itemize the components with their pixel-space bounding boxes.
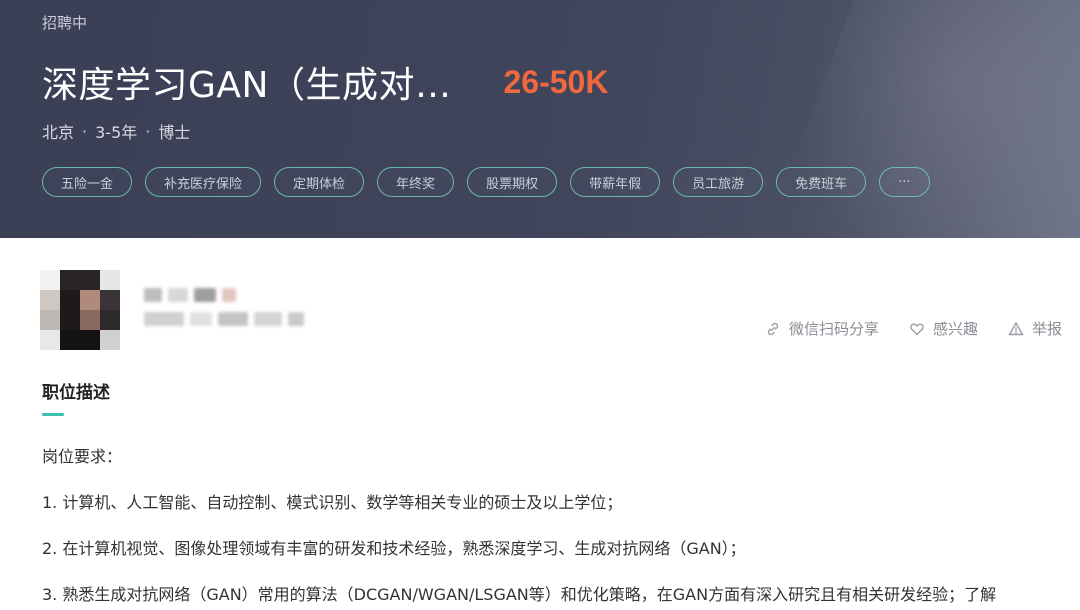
hiring-status: 招聘中 (42, 14, 88, 32)
heart-icon (910, 322, 924, 335)
section-title: 职位描述 (42, 383, 110, 403)
benefit-tag: 补充医疗保险 (145, 167, 262, 197)
meta-separator: · (82, 121, 88, 141)
report-button[interactable]: 举报 (1008, 318, 1062, 339)
job-description: 岗位要求： 1. 计算机、人工智能、自动控制、模式识别、数学等相关专业的硕士及以… (42, 446, 1072, 610)
job-experience: 3-5年 (95, 123, 138, 142)
report-label: 举报 (1031, 320, 1062, 338)
title-row: 深度学习GAN（生成对… 26-50K (42, 56, 608, 108)
job-actions: 微信扫码分享 感兴趣 举报 (765, 318, 1062, 339)
interest-label: 感兴趣 (932, 320, 978, 338)
job-education: 博士 (158, 123, 191, 142)
benefit-tag: 员工旅游 (673, 167, 764, 197)
section-underline (42, 413, 64, 416)
share-button[interactable]: 微信扫码分享 (765, 318, 879, 339)
description-line: 1. 计算机、人工智能、自动控制、模式识别、数学等相关专业的硕士及以上学位； (42, 493, 623, 512)
job-city: 北京 (42, 123, 75, 142)
job-title: 深度学习GAN（生成对… (42, 65, 452, 106)
link-icon (767, 322, 779, 335)
job-meta: 北京 · 3-5年 · 博士 (42, 119, 190, 143)
poster-info-blurred (144, 288, 304, 336)
benefit-tag: 五险一金 (42, 167, 133, 197)
salary: 26-50K (503, 63, 609, 100)
benefit-tag: 带薪年假 (570, 167, 661, 197)
description-line: 2. 在计算机视觉、图像处理领域有丰富的研发和技术经验，熟悉深度学习、生成对抗网… (42, 539, 746, 558)
description-line: 岗位要求： (42, 447, 123, 466)
meta-separator: · (145, 121, 151, 141)
warning-icon (1008, 321, 1024, 335)
benefit-tag: 免费班车 (776, 167, 867, 197)
benefit-tags: 五险一金 补充医疗保险 定期体检 年终奖 股票期权 带薪年假 员工旅游 免费班车… (42, 167, 930, 197)
benefit-tag: 年终奖 (377, 167, 455, 197)
description-line: 3. 熟悉生成对抗网络（GAN）常用的算法（DCGAN/WGAN/LSGAN等）… (42, 585, 997, 604)
avatar[interactable] (40, 270, 120, 350)
job-poster (40, 270, 304, 350)
share-label: 微信扫码分享 (788, 320, 879, 338)
interest-button[interactable]: 感兴趣 (909, 318, 978, 339)
job-header: 招聘中 深度学习GAN（生成对… 26-50K 北京 · 3-5年 · 博士 五… (0, 0, 1080, 238)
benefit-tag: 股票期权 (467, 167, 558, 197)
more-tags-button[interactable]: ··· (879, 167, 930, 197)
benefit-tag: 定期体检 (274, 167, 365, 197)
